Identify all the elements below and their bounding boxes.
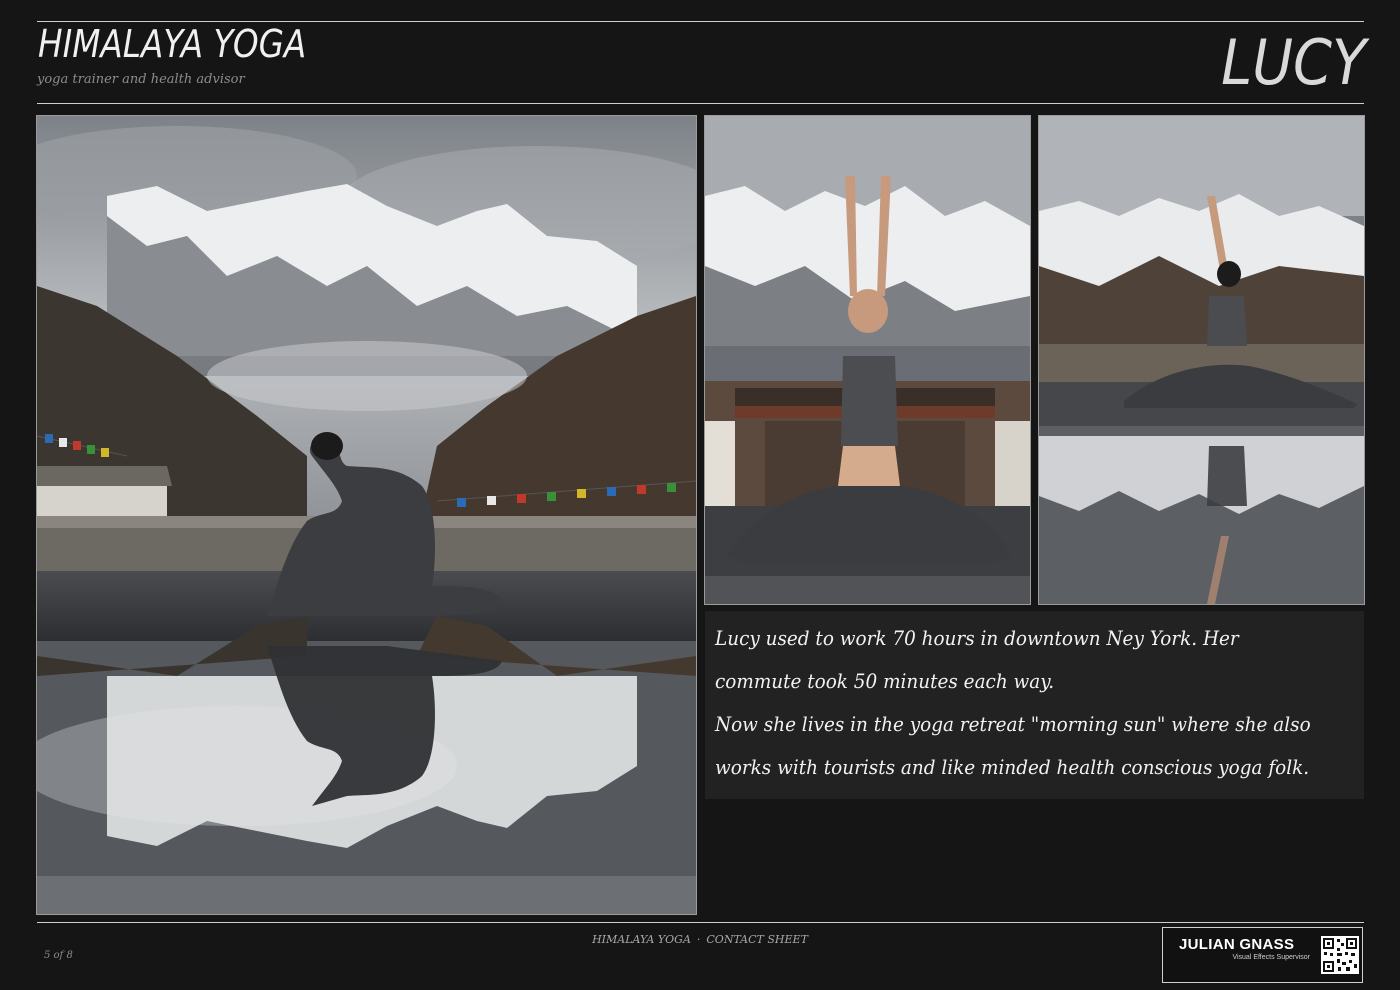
author-badge: JULIAN GNASS Visual Effects Supervisor (1162, 927, 1363, 983)
footer-sheet: CONTACT SHEET (706, 933, 808, 946)
author-name: JULIAN GNASS (1179, 936, 1295, 953)
caption-line-2: commute took 50 minutes each way. (715, 669, 1055, 693)
page-number: 5 of 8 (44, 950, 73, 961)
photo-side-stretch (1038, 115, 1365, 605)
footer-section: HIMALAYA YOGA (592, 933, 691, 946)
page-subtitle: yoga trainer and health advisor (37, 72, 245, 87)
caption-line-1: Lucy used to work 70 hours in downtown N… (715, 626, 1239, 650)
photo-main-image (37, 116, 696, 914)
footer-separator: · (696, 933, 701, 946)
story-caption: Lucy used to work 70 hours in downtown N… (705, 611, 1364, 799)
qr-code-icon (1321, 936, 1359, 974)
photo-seated-image (705, 116, 1030, 604)
caption-line-4: works with tourists and like minded heal… (715, 755, 1310, 779)
header-rule (37, 103, 1364, 104)
photo-seated-pose (704, 115, 1031, 605)
photo-side-stretch-image (1039, 116, 1364, 604)
page-title: HIMALAYA YOGA (38, 22, 307, 66)
photo-main-pose (36, 115, 697, 915)
footer-rule (37, 922, 1364, 923)
subject-name: LUCY (1221, 26, 1366, 99)
caption-line-3: Now she lives in the yoga retreat "morni… (715, 712, 1311, 736)
author-role: Visual Effects Supervisor (1232, 954, 1310, 961)
